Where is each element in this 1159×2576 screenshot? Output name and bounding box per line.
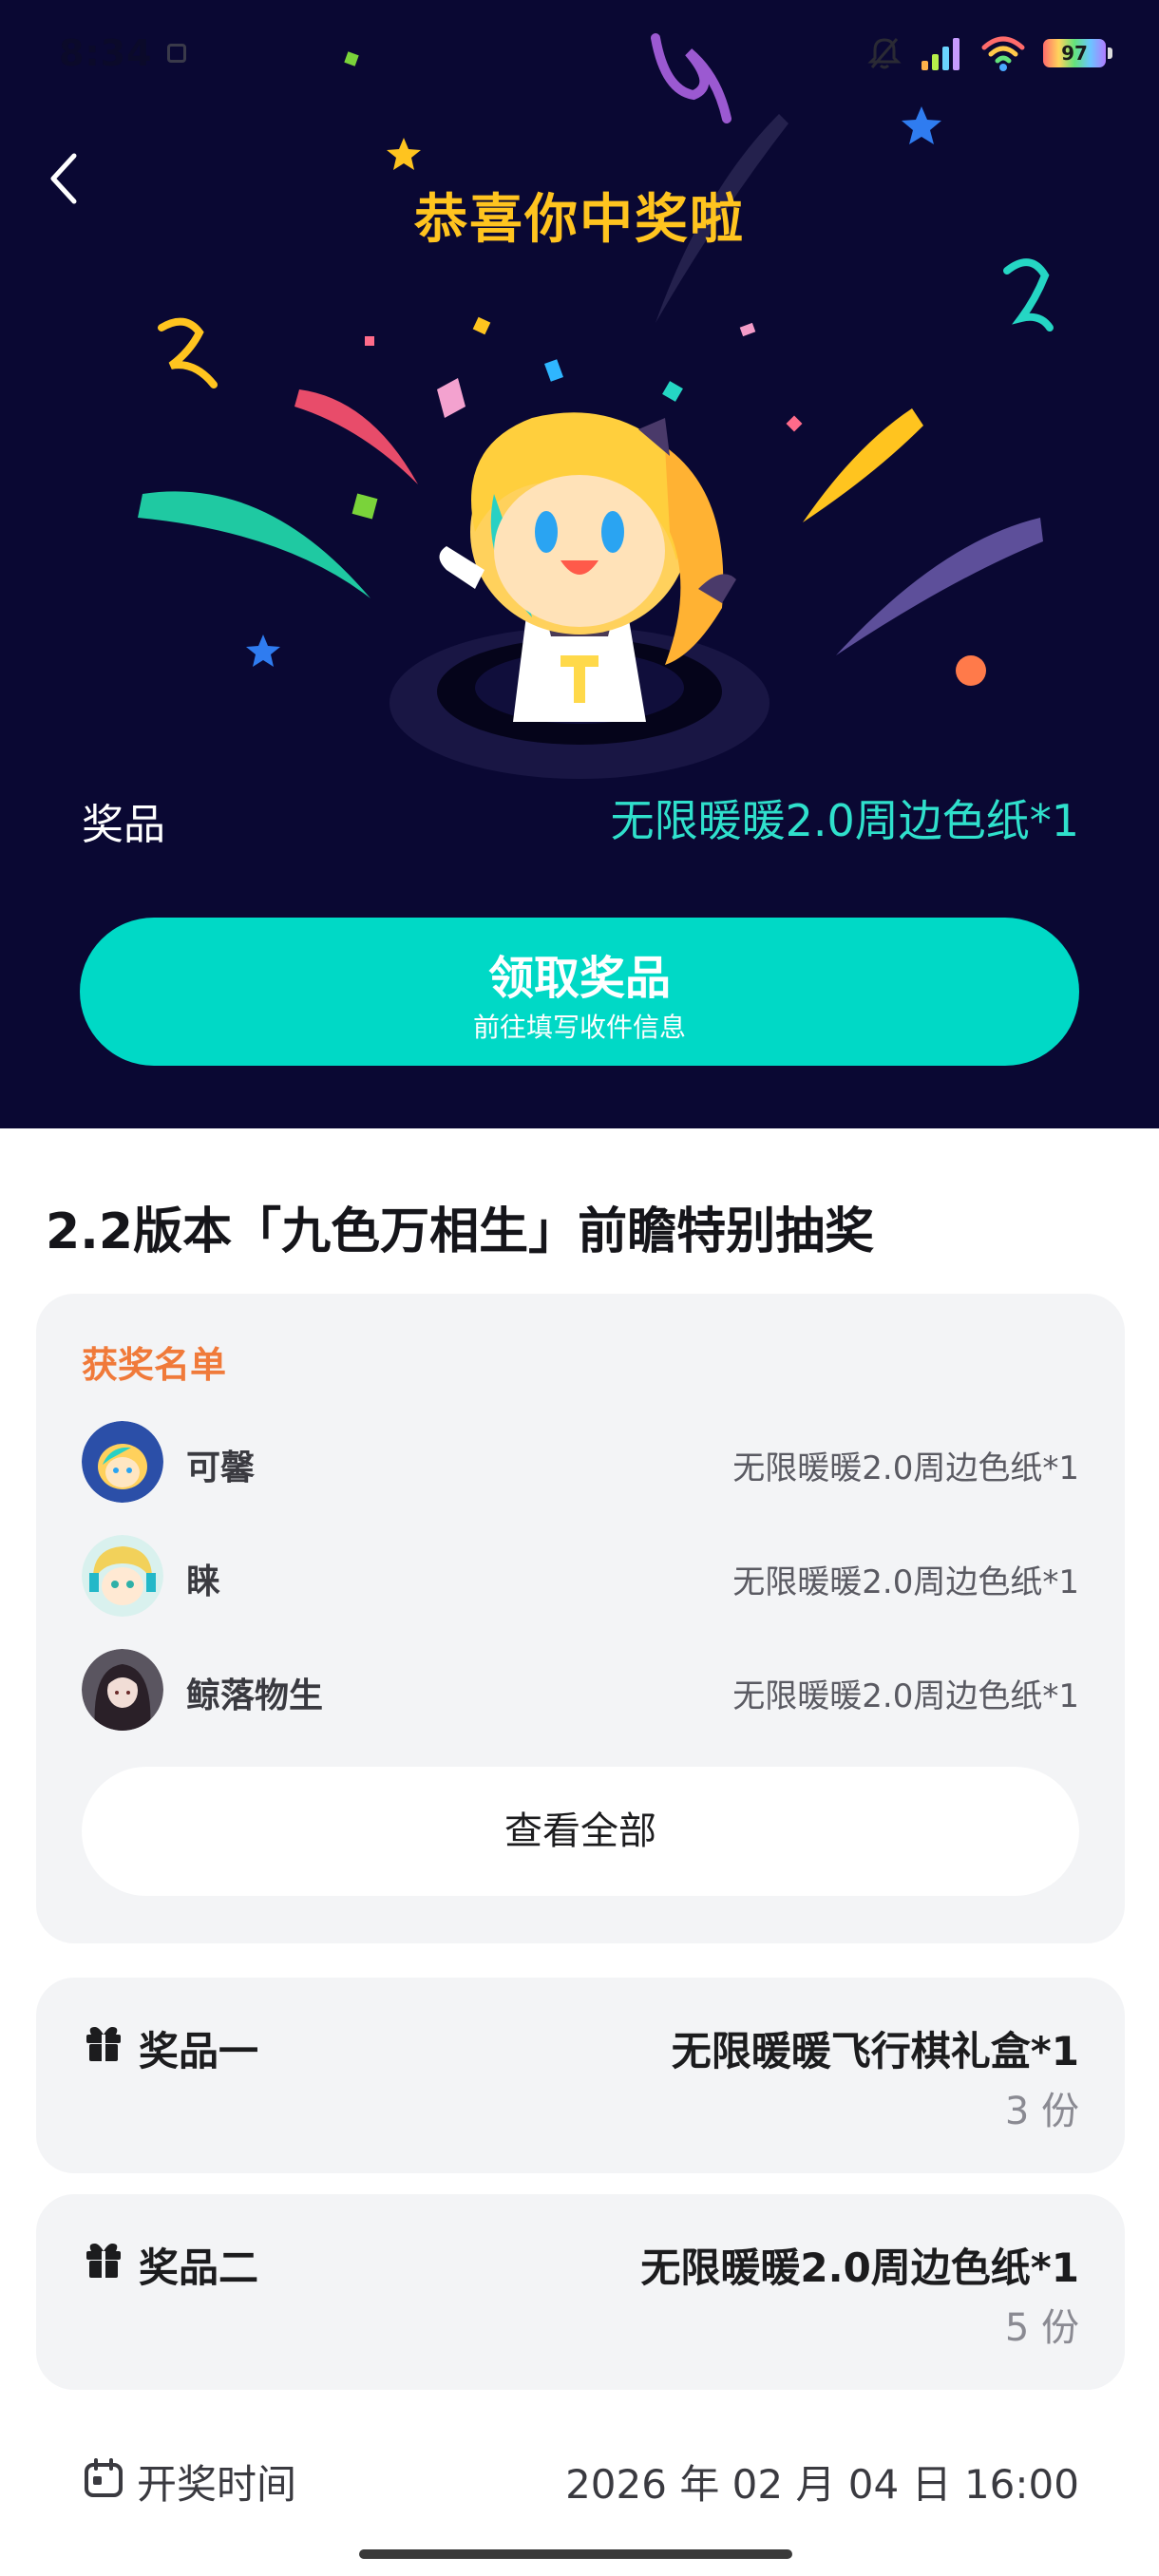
winner-prize: 无限暖暖2.0周边色纸*1 — [732, 1449, 1079, 1487]
status-time: 8:34 — [59, 32, 153, 74]
battery-level: 97 — [1061, 42, 1088, 65]
prize-tier-label: 奖品二 — [139, 2245, 259, 2291]
claim-prize-button[interactable]: 领取奖品 前往填写收件信息 — [80, 918, 1079, 1066]
congratulations-title: 恭喜你中奖啦 — [414, 189, 745, 251]
winner-row: 鲸落物生 无限暖暖2.0周边色纸*1 — [82, 1649, 1079, 1731]
prize-card: 奖品一 无限暖暖飞行棋礼盒*1 3 份 — [36, 1978, 1125, 2173]
prize-value: 无限暖暖2.0周边色纸*1 — [610, 795, 1079, 846]
winners-card: 获奖名单 可馨 无限暖暖2.0周边色纸*1 睐 无限暖暖2.0周边色纸*1 鲸落… — [36, 1294, 1125, 1943]
prize-quantity: 3 份 — [1004, 2090, 1079, 2133]
notification-icon — [167, 44, 186, 63]
claim-prize-sublabel: 前往填写收件信息 — [472, 1012, 686, 1043]
prize-tier-label: 奖品一 — [139, 2028, 259, 2074]
winners-heading: 获奖名单 — [82, 1344, 227, 1386]
gift-icon — [86, 2244, 121, 2278]
draw-time-label: 开奖时间 — [137, 2461, 297, 2508]
winner-prize: 无限暖暖2.0周边色纸*1 — [732, 1677, 1079, 1715]
home-indicator[interactable] — [359, 2549, 792, 2559]
claim-prize-label: 领取奖品 — [487, 952, 671, 1005]
winner-name: 可馨 — [186, 1449, 256, 1487]
celebration-illustration — [138, 33, 1054, 779]
draw-time-row: 开奖时间 2026 年 02 月 04 日 16:00 — [80, 2449, 1079, 2508]
avatar — [82, 1421, 163, 1503]
avatar — [82, 1649, 163, 1731]
calendar-icon — [85, 2458, 123, 2497]
gift-icon — [86, 2027, 121, 2061]
winner-prize: 无限暖暖2.0周边色纸*1 — [732, 1563, 1079, 1601]
status-icons: 97 — [866, 28, 1112, 78]
winner-row: 睐 无限暖暖2.0周边色纸*1 — [82, 1535, 1079, 1617]
winner-row: 可馨 无限暖暖2.0周边色纸*1 — [82, 1421, 1079, 1503]
draw-time-value: 2026 年 02 月 04 日 16:00 — [565, 2461, 1079, 2508]
prize-label: 奖品 — [82, 801, 165, 849]
prize-card: 奖品二 无限暖暖2.0周边色纸*1 5 份 — [36, 2194, 1125, 2390]
bell-off-icon — [867, 38, 902, 69]
prize-item-name: 无限暖暖2.0周边色纸*1 — [640, 2245, 1079, 2291]
status-bar: 8:34 97 — [0, 0, 1159, 104]
lottery-title: 2.2版本「九色万相生」前瞻特别抽奖 — [46, 1203, 875, 1260]
winner-name: 睐 — [186, 1563, 221, 1601]
wifi-icon — [981, 36, 1025, 71]
battery-icon: 97 — [1043, 39, 1112, 67]
signal-icon — [922, 38, 960, 70]
hero-banner: 8:34 97 恭喜你中奖啦 奖品 无限暖暖2.0周边色纸*1 领取奖品 前往填… — [0, 0, 1159, 1128]
prize-item-name: 无限暖暖飞行棋礼盒*1 — [671, 2028, 1079, 2074]
view-all-button[interactable]: 查看全部 — [82, 1767, 1079, 1896]
avatar — [82, 1535, 163, 1617]
winner-name: 鲸落物生 — [186, 1676, 324, 1715]
prize-quantity: 5 份 — [1004, 2306, 1079, 2350]
